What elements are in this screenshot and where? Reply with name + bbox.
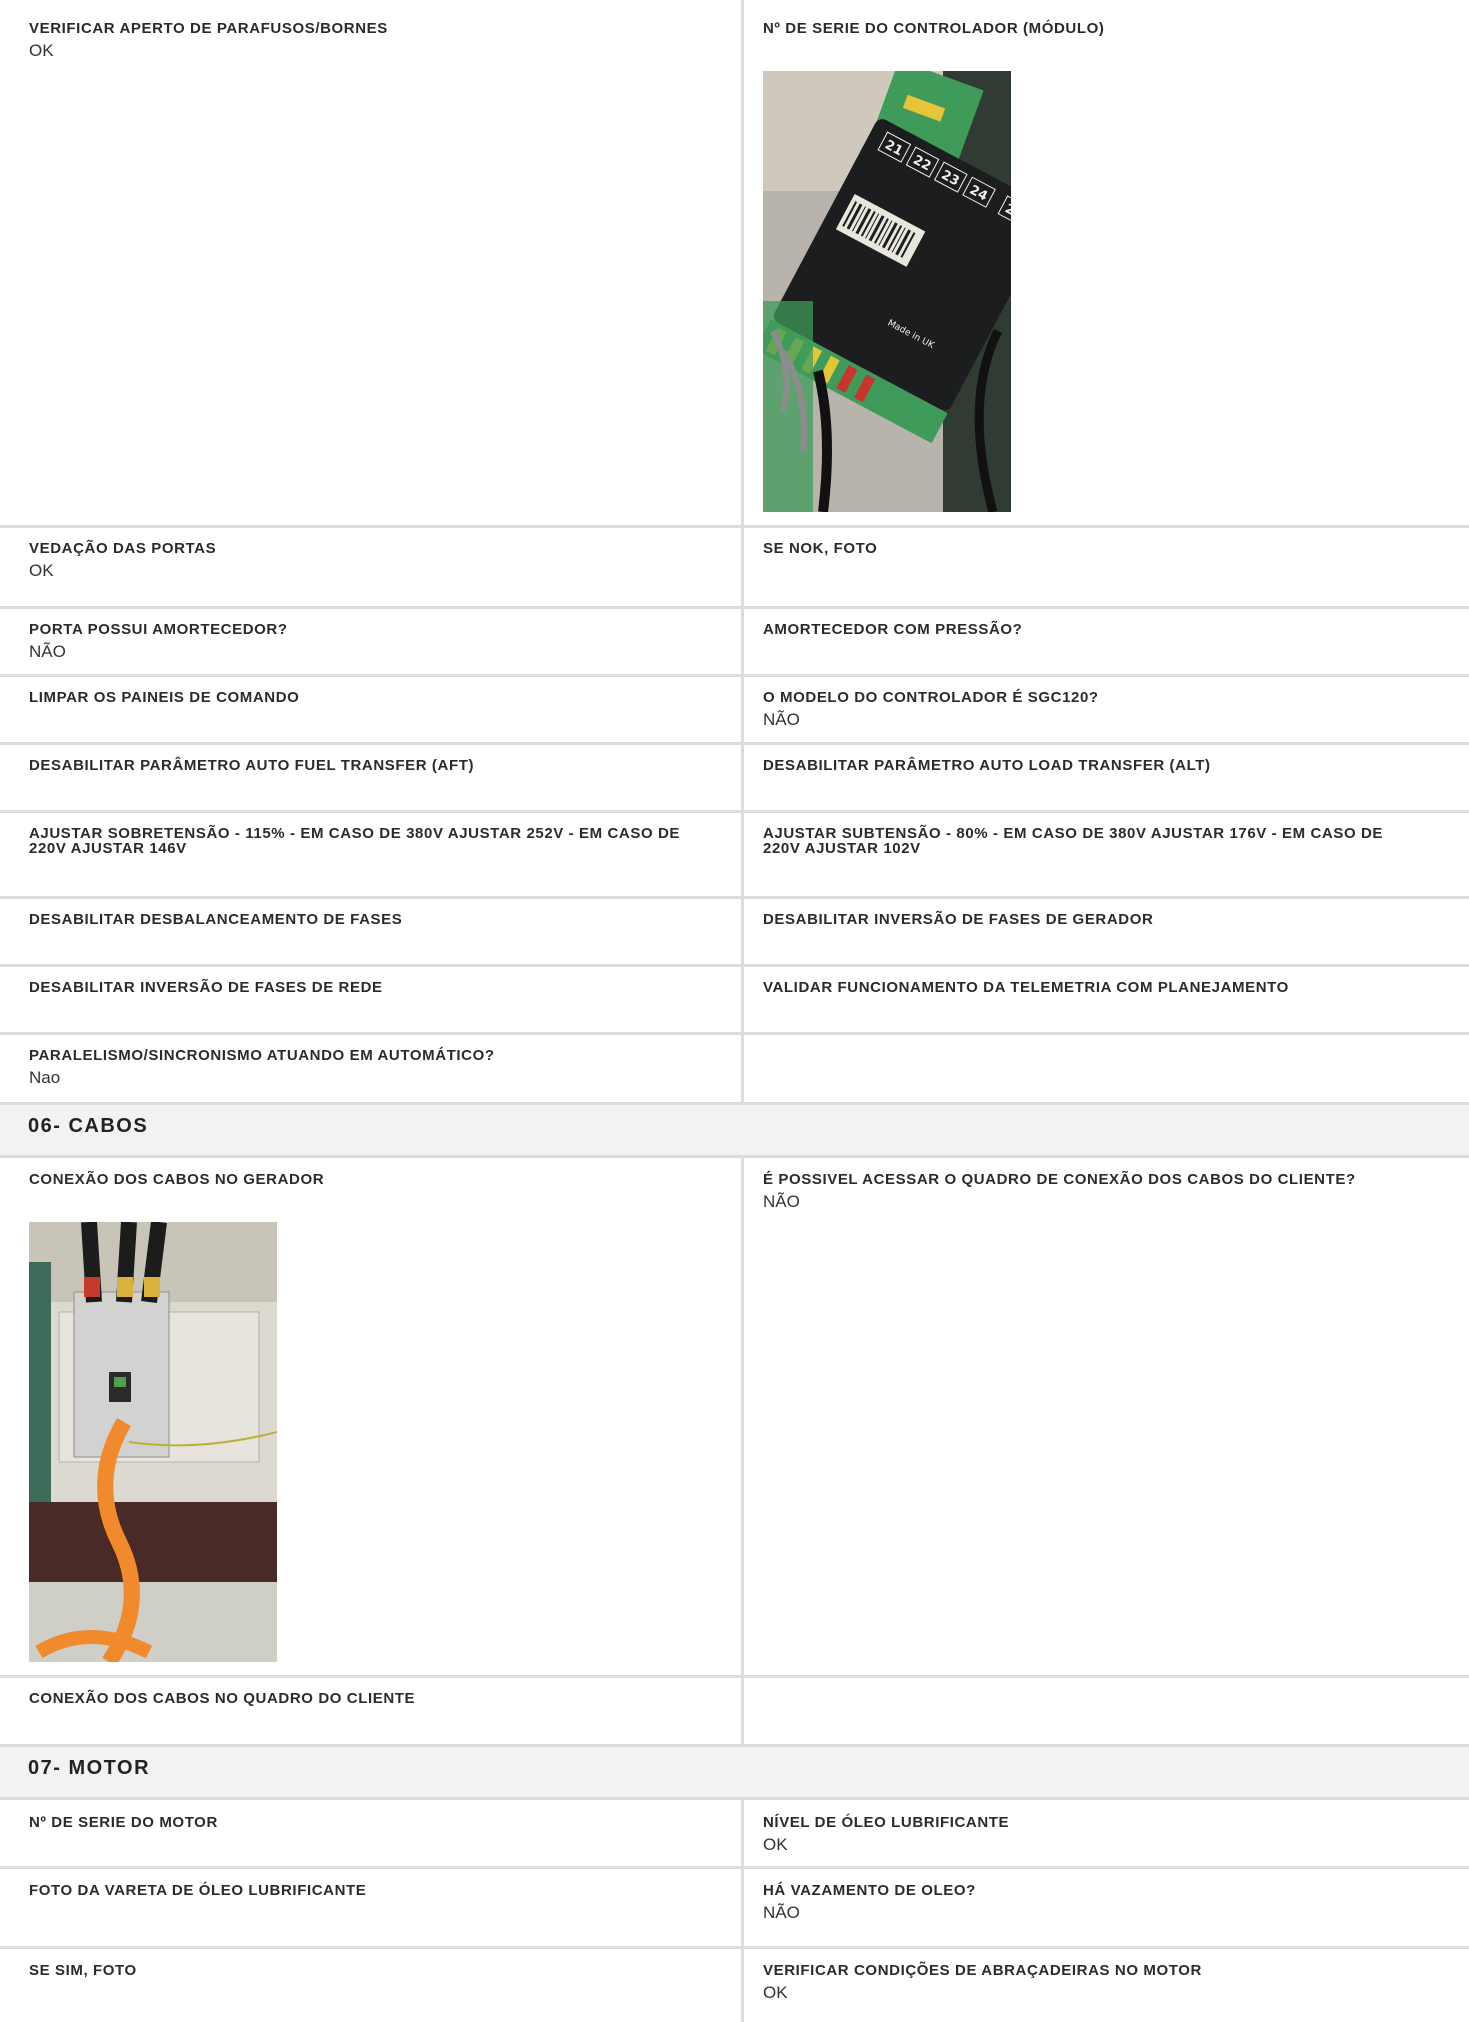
field-limpar-paineis: LIMPAR OS PAINEIS DE COMANDO xyxy=(29,690,729,705)
divider xyxy=(0,1744,1469,1747)
field-label: AMORTECEDOR COM PRESSÃO? xyxy=(763,621,1023,638)
field-label: DESABILITAR PARÂMETRO AUTO LOAD TRANSFER… xyxy=(763,757,1211,774)
field-acesso-quadro-cliente: É POSSIVEL ACESSAR O QUADRO DE CONEXÃO D… xyxy=(763,1172,1463,1212)
field-label: SE NOK, FOTO xyxy=(763,540,878,557)
field-label: PORTA POSSUI AMORTECEDOR? xyxy=(29,621,288,638)
field-serie-controlador: Nº DE SERIE DO CONTROLADOR (MÓDULO) xyxy=(763,21,1463,36)
field-porta-amortecedor: PORTA POSSUI AMORTECEDOR? NÃO xyxy=(29,622,729,662)
field-label: AJUSTAR SUBTENSÃO - 80% - EM CASO DE 380… xyxy=(763,825,1384,842)
divider xyxy=(0,1155,1469,1158)
column-divider xyxy=(741,1800,744,2022)
field-label: LIMPAR OS PAINEIS DE COMANDO xyxy=(29,689,300,706)
field-label: É POSSIVEL ACESSAR O QUADRO DE CONEXÃO D… xyxy=(763,1171,1356,1188)
field-label: O MODELO DO CONTROLADOR É SGC120? xyxy=(763,689,1099,706)
divider xyxy=(0,1032,1469,1035)
field-validar-telemetria: VALIDAR FUNCIONAMENTO DA TELEMETRIA COM … xyxy=(763,980,1463,995)
column-divider xyxy=(741,1158,744,1744)
section-title: 07- MOTOR xyxy=(28,1757,151,1779)
field-abracadeiras-motor: VERIFICAR CONDIÇÕES DE ABRAÇADEIRAS NO M… xyxy=(763,1963,1463,2003)
field-value: NÃO xyxy=(29,642,66,661)
field-se-sim-foto: SE SIM, FOTO xyxy=(29,1963,729,1978)
section-header-cabos: 06- CABOS xyxy=(0,1102,1469,1158)
field-label: VERIFICAR APERTO DE PARAFUSOS/BORNES xyxy=(29,20,388,37)
field-label: DESABILITAR PARÂMETRO AUTO FUEL TRANSFER… xyxy=(29,757,475,774)
field-label: CONEXÃO DOS CABOS NO QUADRO DO CLIENTE xyxy=(29,1690,416,1707)
field-label: VALIDAR FUNCIONAMENTO DA TELEMETRIA COM … xyxy=(763,979,1289,996)
field-verificar-aperto: VERIFICAR APERTO DE PARAFUSOS/BORNES OK xyxy=(29,21,729,61)
field-label: FOTO DA VARETA DE ÓLEO LUBRIFICANTE xyxy=(29,1882,367,1899)
field-label: AJUSTAR SOBRETENSÃO - 115% - EM CASO DE … xyxy=(29,825,681,842)
divider xyxy=(0,896,1469,899)
divider xyxy=(0,674,1469,677)
field-label: DESABILITAR DESBALANCEAMENTO DE FASES xyxy=(29,911,403,928)
field-foto-vareta-oleo: FOTO DA VARETA DE ÓLEO LUBRIFICANTE xyxy=(29,1883,729,1898)
field-conexao-gerador: CONEXÃO DOS CABOS NO GERADOR xyxy=(29,1172,729,1187)
field-value: NÃO xyxy=(763,1192,800,1211)
divider xyxy=(0,810,1469,813)
field-vedacao-portas: VEDAÇÃO DAS PORTAS OK xyxy=(29,541,729,581)
field-value: NÃO xyxy=(763,710,800,729)
divider xyxy=(0,964,1469,967)
column-divider xyxy=(741,0,744,1102)
field-ajustar-subtensao: AJUSTAR SUBTENSÃO - 80% - EM CASO DE 380… xyxy=(763,826,1463,856)
field-serie-motor: Nº DE SERIE DO MOTOR xyxy=(29,1815,729,1830)
field-label: VERIFICAR CONDIÇÕES DE ABRAÇADEIRAS NO M… xyxy=(763,1962,1202,1979)
field-label: DESABILITAR INVERSÃO DE FASES DE GERADOR xyxy=(763,911,1154,928)
field-modelo-controlador: O MODELO DO CONTROLADOR É SGC120? NÃO xyxy=(763,690,1463,730)
divider xyxy=(0,742,1469,745)
field-vazamento-oleo: HÁ VAZAMENTO DE OLEO? NÃO xyxy=(763,1883,1463,1923)
field-label-cont: 220V AJUSTAR 146V xyxy=(29,840,187,857)
controller-module-photo[interactable]: 21 22 23 24 25 Made in UK xyxy=(763,71,1011,512)
field-se-nok-foto: SE NOK, FOTO xyxy=(763,541,1463,556)
field-label: CONEXÃO DOS CABOS NO GERADOR xyxy=(29,1171,325,1188)
field-label: DESABILITAR INVERSÃO DE FASES DE REDE xyxy=(29,979,383,996)
field-value: OK xyxy=(29,561,54,580)
field-value: OK xyxy=(763,1983,788,2002)
field-paralelismo: PARALELISMO/SINCRONISMO ATUANDO EM AUTOM… xyxy=(29,1048,729,1088)
field-inversao-fases-rede: DESABILITAR INVERSÃO DE FASES DE REDE xyxy=(29,980,729,995)
divider xyxy=(0,1797,1469,1800)
field-desabilitar-alt: DESABILITAR PARÂMETRO AUTO LOAD TRANSFER… xyxy=(763,758,1463,773)
checklist-page: VERIFICAR APERTO DE PARAFUSOS/BORNES OK … xyxy=(0,0,1469,2022)
field-nivel-oleo: NÍVEL DE ÓLEO LUBRIFICANTE OK xyxy=(763,1815,1463,1855)
field-label: PARALELISMO/SINCRONISMO ATUANDO EM AUTOM… xyxy=(29,1047,495,1064)
field-label: NÍVEL DE ÓLEO LUBRIFICANTE xyxy=(763,1814,1010,1831)
divider xyxy=(0,1946,1469,1949)
divider xyxy=(0,525,1469,528)
field-label: HÁ VAZAMENTO DE OLEO? xyxy=(763,1882,976,1899)
divider xyxy=(0,1675,1469,1678)
field-label: Nº DE SERIE DO CONTROLADOR (MÓDULO) xyxy=(763,20,1105,37)
cable-connection-photo[interactable] xyxy=(29,1222,277,1662)
field-label: Nº DE SERIE DO MOTOR xyxy=(29,1814,218,1831)
section-title: 06- CABOS xyxy=(28,1115,149,1137)
field-inversao-fases-gerador: DESABILITAR INVERSÃO DE FASES DE GERADOR xyxy=(763,912,1463,927)
field-label-cont: 220V AJUSTAR 102V xyxy=(763,840,921,857)
field-conexao-quadro-cliente: CONEXÃO DOS CABOS NO QUADRO DO CLIENTE xyxy=(29,1691,729,1706)
field-value: OK xyxy=(763,1835,788,1854)
field-desbalanceamento-fases: DESABILITAR DESBALANCEAMENTO DE FASES xyxy=(29,912,729,927)
field-ajustar-sobretensao: AJUSTAR SOBRETENSÃO - 115% - EM CASO DE … xyxy=(29,826,729,856)
divider xyxy=(0,1102,1469,1105)
divider xyxy=(0,606,1469,609)
field-label: VEDAÇÃO DAS PORTAS xyxy=(29,540,217,557)
divider xyxy=(0,1866,1469,1869)
field-amortecedor-pressao: AMORTECEDOR COM PRESSÃO? xyxy=(763,622,1463,637)
field-value: OK xyxy=(29,41,54,60)
section-header-motor: 07- MOTOR xyxy=(0,1744,1469,1800)
field-value: NÃO xyxy=(763,1903,800,1922)
field-value: Nao xyxy=(29,1068,61,1087)
field-desabilitar-aft: DESABILITAR PARÂMETRO AUTO FUEL TRANSFER… xyxy=(29,758,729,773)
field-label: SE SIM, FOTO xyxy=(29,1962,137,1979)
